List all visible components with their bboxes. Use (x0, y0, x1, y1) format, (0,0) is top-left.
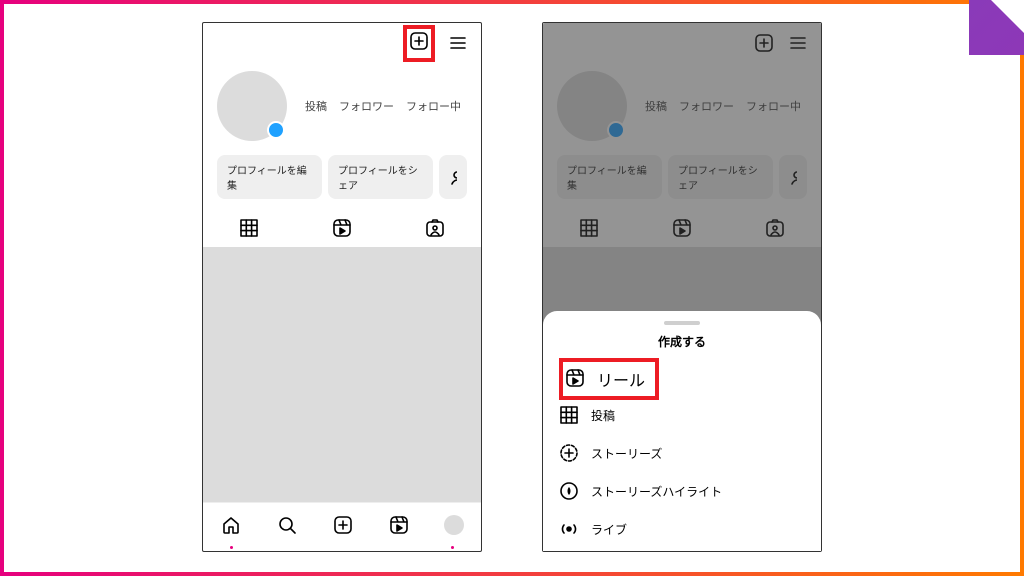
reel-icon (565, 368, 587, 390)
stat-posts[interactable]: 投稿 (305, 98, 327, 114)
opt-post: 投稿 (591, 407, 615, 424)
stat-following[interactable]: フォロー中 (406, 98, 461, 114)
highlight-reel: リール (559, 358, 659, 400)
phone-profile: 投稿 フォロワー フォロー中 プロフィールを編集 プロフィールをシェア (202, 22, 482, 552)
edit-profile-button[interactable]: プロフィールを編集 (217, 155, 322, 199)
home-icon[interactable] (220, 514, 242, 536)
search-icon[interactable] (276, 514, 298, 536)
nav-profile-icon[interactable] (444, 515, 464, 535)
add-story-badge[interactable] (267, 121, 285, 139)
opt-story: ストーリーズ (591, 445, 662, 462)
grid-icon (559, 405, 579, 425)
highlight-create (403, 25, 435, 62)
opt-live-row[interactable]: ライブ (543, 510, 821, 548)
share-profile-button[interactable]: プロフィールをシェア (328, 155, 433, 199)
create-post-icon[interactable] (408, 30, 430, 52)
grid-tab-icon[interactable] (238, 217, 260, 239)
avatar[interactable] (217, 71, 287, 141)
opt-reel[interactable]: リール (597, 367, 645, 391)
story-icon (559, 443, 579, 463)
sheet-title: 作成する (543, 333, 821, 350)
stat-followers[interactable]: フォロワー (339, 98, 394, 114)
nav-reels-icon[interactable] (388, 514, 410, 536)
discover-people-button[interactable] (439, 155, 467, 199)
nav-create-icon[interactable] (332, 514, 354, 536)
opt-highlight-row[interactable]: ストーリーズハイライト (543, 472, 821, 510)
opt-highlight: ストーリーズハイライト (591, 483, 722, 500)
opt-live: ライブ (591, 521, 627, 538)
opt-story-row[interactable]: ストーリーズ (543, 434, 821, 472)
content-area (203, 247, 481, 502)
opt-post-row[interactable]: 投稿 (543, 396, 821, 434)
sheet-handle[interactable] (664, 321, 700, 325)
live-icon (559, 519, 579, 539)
reels-tab-icon[interactable] (331, 217, 353, 239)
tagged-tab-icon[interactable] (424, 217, 446, 239)
create-sheet: 作成する リール 投稿 ストーリーズ ストーリーズハイライト ライブ (543, 311, 821, 551)
add-person-icon (449, 168, 457, 186)
highlight-icon (559, 481, 579, 501)
phone-create-sheet: 投稿 フォロワー フォロー中 プロフィールを編集 プロフィールをシェア 作成する… (542, 22, 822, 552)
menu-icon[interactable] (447, 32, 469, 54)
